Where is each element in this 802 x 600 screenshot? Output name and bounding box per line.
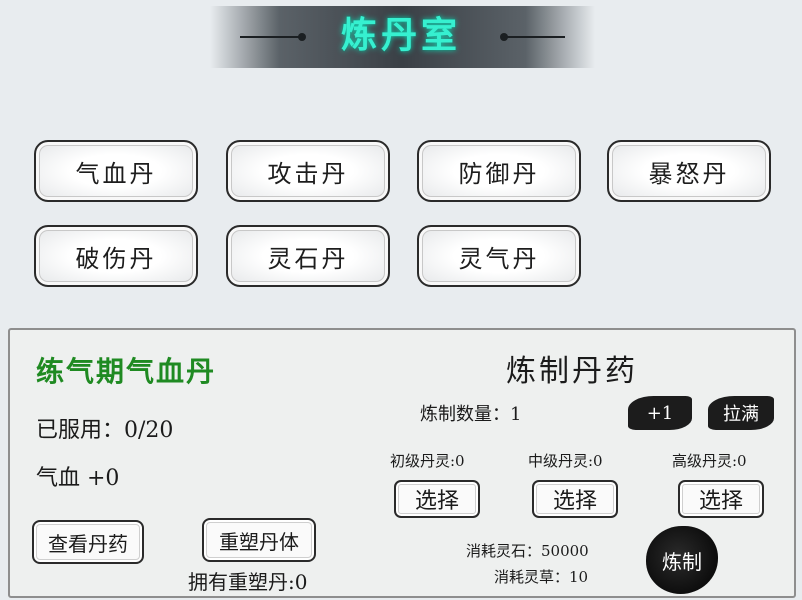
alchemy-room-screen: 炼丹室 气血丹 攻击丹 防御丹 暴怒丹 破伤丹 灵石丹 灵气丹 练气期气血丹 已… bbox=[0, 0, 802, 600]
refine-quantity: 炼制数量：1 bbox=[420, 404, 522, 425]
view-pill-button[interactable]: 查看丹药 bbox=[32, 520, 144, 564]
reshape-pill-button[interactable]: 重塑丹体 bbox=[202, 518, 316, 562]
select-primary-button[interactable]: 选择 bbox=[394, 480, 480, 518]
pill-effect: 气血 +0 bbox=[36, 466, 120, 491]
taken-count: 已服用：0/20 bbox=[36, 418, 174, 443]
pill-option-poshang[interactable]: 破伤丹 bbox=[34, 225, 198, 287]
pill-option-lingqi[interactable]: 灵气丹 bbox=[417, 225, 581, 287]
select-high-button[interactable]: 选择 bbox=[678, 480, 764, 518]
pill-option-baonu[interactable]: 暴怒丹 bbox=[607, 140, 771, 202]
pill-option-gongji[interactable]: 攻击丹 bbox=[226, 140, 390, 202]
pill-option-qixue[interactable]: 气血丹 bbox=[34, 140, 198, 202]
plus-one-button[interactable]: +1 bbox=[628, 396, 692, 430]
max-button[interactable]: 拉满 bbox=[708, 396, 774, 430]
pill-option-lingshi[interactable]: 灵石丹 bbox=[226, 225, 390, 287]
reshape-owned-count: 拥有重塑丹:0 bbox=[188, 570, 308, 594]
cost-spirit-stone: 消耗灵石：50000 bbox=[466, 542, 589, 560]
tier-high-label: 高级丹灵:0 bbox=[672, 452, 747, 470]
cost-spirit-herb: 消耗灵草：10 bbox=[494, 568, 589, 586]
selected-pill-name: 练气期气血丹 bbox=[36, 355, 217, 388]
page-title: 炼丹室 bbox=[340, 14, 461, 56]
pill-option-fangyu[interactable]: 防御丹 bbox=[417, 140, 581, 202]
refine-title: 炼制丹药 bbox=[506, 354, 638, 389]
tier-primary-label: 初级丹灵:0 bbox=[390, 452, 465, 470]
tier-middle-label: 中级丹灵:0 bbox=[528, 452, 603, 470]
select-middle-button[interactable]: 选择 bbox=[532, 480, 618, 518]
